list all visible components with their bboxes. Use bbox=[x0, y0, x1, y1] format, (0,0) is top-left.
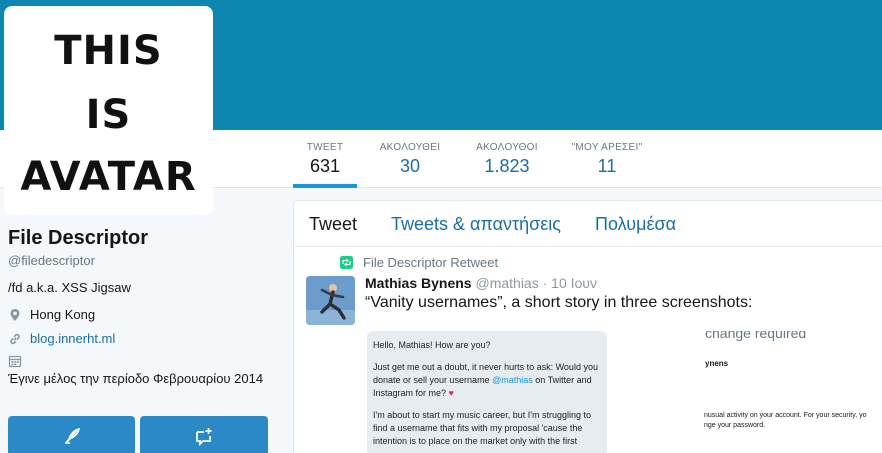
stat-value: 30 bbox=[399, 156, 421, 176]
stat-likes[interactable]: "ΜΟΥ ΑΡΕΣΕΙ" 11 bbox=[562, 130, 652, 188]
stat-value: 631 bbox=[309, 156, 341, 176]
profile-handle[interactable]: @filedescriptor bbox=[8, 253, 273, 268]
add-to-list-button[interactable] bbox=[140, 416, 268, 453]
email-title: change required bbox=[705, 331, 807, 341]
tab-tweets[interactable]: Tweet bbox=[309, 214, 357, 235]
profile-name[interactable]: File Descriptor bbox=[8, 227, 273, 250]
link-icon bbox=[10, 333, 20, 344]
tweet-author-name[interactable]: Mathias Bynens bbox=[365, 275, 472, 291]
stat-value: 11 bbox=[597, 156, 617, 176]
stat-label: "ΜΟΥ ΑΡΕΣΕΙ" bbox=[571, 142, 643, 153]
profile-joined-icon-row bbox=[8, 354, 273, 368]
stat-following[interactable]: ΑΚΟΛΟΥΘΕΙ 30 bbox=[370, 130, 450, 188]
calendar-icon bbox=[8, 355, 22, 368]
timeline-tabs: Tweet Tweets & απαντήσεις Πολυμέσα bbox=[294, 201, 882, 247]
avatar-text-line: THIS bbox=[54, 28, 163, 74]
profile-card: File Descriptor @filedescriptor /fd a.k.… bbox=[8, 227, 273, 385]
tweet-author-avatar[interactable] bbox=[306, 276, 355, 325]
email-body: nusual activity on your account. For you… bbox=[704, 411, 882, 431]
retweet-icon bbox=[340, 256, 353, 269]
stat-label: ΑΚΟΛΟΥΘΟΙ bbox=[476, 142, 538, 153]
location-text: Hong Kong bbox=[30, 307, 96, 322]
email-line: nge your password. bbox=[704, 422, 766, 429]
email-line: nusual activity on your account. For you… bbox=[704, 412, 867, 419]
tweet-date[interactable]: 10 Ιουν bbox=[551, 275, 597, 291]
stat-label: ΑΚΟΛΟΥΘΕΙ bbox=[379, 142, 441, 153]
stat-label: TWEET bbox=[306, 142, 344, 153]
profile-website: blog.innerht.ml bbox=[8, 331, 273, 346]
message-greeting: Hello, Mathias! How are you? bbox=[373, 340, 491, 350]
tab-tweets-replies[interactable]: Tweets & απαντήσεις bbox=[391, 214, 561, 235]
stat-tweets[interactable]: TWEET 631 bbox=[293, 130, 357, 188]
tweet-image-email[interactable]: change required ynens nusual activity on… bbox=[702, 331, 882, 453]
quill-icon bbox=[64, 427, 80, 444]
heart-icon: ♥ bbox=[448, 388, 454, 398]
tweet-author-handle[interactable]: @mathias bbox=[475, 275, 538, 291]
message-paragraph: Just get me out a doubt, it never hurts … bbox=[373, 361, 601, 400]
avatar-text-line: AVATAR bbox=[20, 154, 197, 200]
person-jumping-icon bbox=[306, 276, 355, 325]
profile-location: Hong Kong bbox=[8, 307, 273, 322]
avatar-text-line: IS bbox=[85, 92, 132, 138]
retweet-context: File Descriptor Retweet bbox=[340, 255, 498, 270]
message-mention: @mathias bbox=[492, 375, 533, 385]
message-paragraph: I'm about to start my music career, but … bbox=[373, 410, 592, 446]
tweet-image-message[interactable]: Hello, Mathias! How are you? Just get me… bbox=[367, 331, 607, 453]
profile-joined: Έγινε μέλος την περίοδο Φεβρουαρίου 2014 bbox=[8, 371, 264, 386]
tweet-separator: · bbox=[542, 275, 552, 291]
compose-tweet-button[interactable] bbox=[8, 416, 135, 453]
retweet-label[interactable]: File Descriptor Retweet bbox=[363, 255, 498, 270]
profile-bio: /fd a.k.a. XSS Jigsaw bbox=[8, 280, 131, 295]
tab-media[interactable]: Πολυμέσα bbox=[595, 214, 676, 235]
stat-followers[interactable]: ΑΚΟΛΟΥΘΟΙ 1.823 bbox=[466, 130, 548, 188]
tweet-text: “Vanity usernames”, a short story in thr… bbox=[365, 294, 753, 311]
timeline-panel: Tweet Tweets & απαντήσεις Πολυμέσα File … bbox=[293, 200, 882, 453]
tweet-header: Mathias Bynens @mathias · 10 Ιουν bbox=[365, 275, 597, 291]
message-plus-icon bbox=[196, 428, 212, 446]
stat-value: 1.823 bbox=[484, 156, 530, 176]
profile-avatar[interactable]: THIS IS AVATAR bbox=[4, 6, 213, 215]
email-recipient: ynens bbox=[705, 359, 729, 368]
website-link[interactable]: blog.innerht.ml bbox=[30, 331, 115, 346]
location-pin-icon bbox=[10, 308, 20, 321]
